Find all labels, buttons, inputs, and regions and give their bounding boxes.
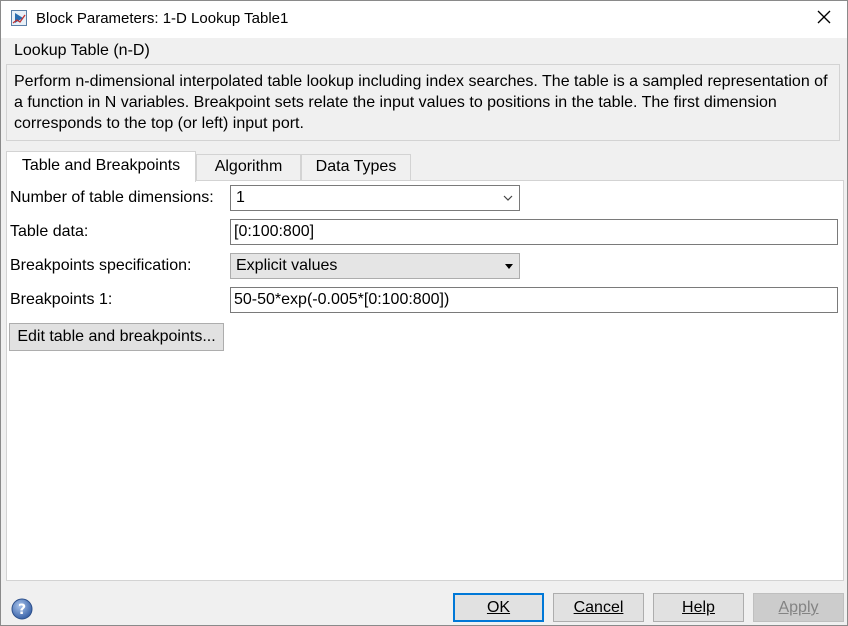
window-title: Block Parameters: 1-D Lookup Table1 [36, 10, 289, 27]
bp1-input[interactable]: 50-50*exp(-0.005*[0:100:800]) [230, 287, 838, 313]
bp-spec-value: Explicit values [236, 257, 338, 274]
svg-text:?: ? [18, 602, 26, 618]
bp1-label: Breakpoints 1: [10, 291, 113, 308]
close-icon [817, 10, 831, 29]
tab-algorithm[interactable]: Algorithm [196, 154, 301, 181]
ok-label: OK [486, 599, 511, 616]
dropdown-triangle-icon[interactable] [505, 254, 513, 278]
simulink-block-icon [11, 10, 27, 26]
dimensions-combo[interactable]: 1 [230, 185, 520, 211]
bp-spec-dropdown[interactable]: Explicit values [230, 253, 520, 279]
tab-panel: Number of table dimensions: 1 Table data… [6, 180, 844, 581]
bp-spec-label: Breakpoints specification: [10, 257, 192, 274]
help-label: Help [682, 599, 715, 616]
help-button[interactable]: Help [653, 593, 744, 622]
apply-label: Apply [778, 599, 819, 616]
block-type-title: Lookup Table (n-D) [14, 42, 150, 59]
apply-button[interactable]: Apply [753, 593, 844, 622]
dimensions-value: 1 [236, 189, 245, 206]
help-question-icon[interactable]: ? [11, 598, 33, 620]
chevron-down-icon[interactable] [503, 186, 513, 210]
block-description: Perform n-dimensional interpolated table… [14, 73, 828, 132]
title-bar[interactable]: Block Parameters: 1-D Lookup Table1 [1, 1, 847, 38]
tab-table-and-breakpoints[interactable]: Table and Breakpoints [6, 151, 196, 182]
block-description-panel: Perform n-dimensional interpolated table… [6, 64, 840, 141]
tab-data-types[interactable]: Data Types [301, 154, 411, 181]
dimensions-label: Number of table dimensions: [10, 189, 214, 206]
edit-table-button[interactable]: Edit table and breakpoints... [9, 323, 224, 351]
dialog-window: Block Parameters: 1-D Lookup Table1 Look… [0, 0, 848, 626]
cancel-label: Cancel [573, 599, 624, 616]
close-button[interactable] [801, 1, 847, 38]
cancel-button[interactable]: Cancel [553, 593, 644, 622]
ok-button[interactable]: OK [453, 593, 544, 622]
table-data-input[interactable]: [0:100:800] [230, 219, 838, 245]
table-data-label: Table data: [10, 223, 89, 240]
